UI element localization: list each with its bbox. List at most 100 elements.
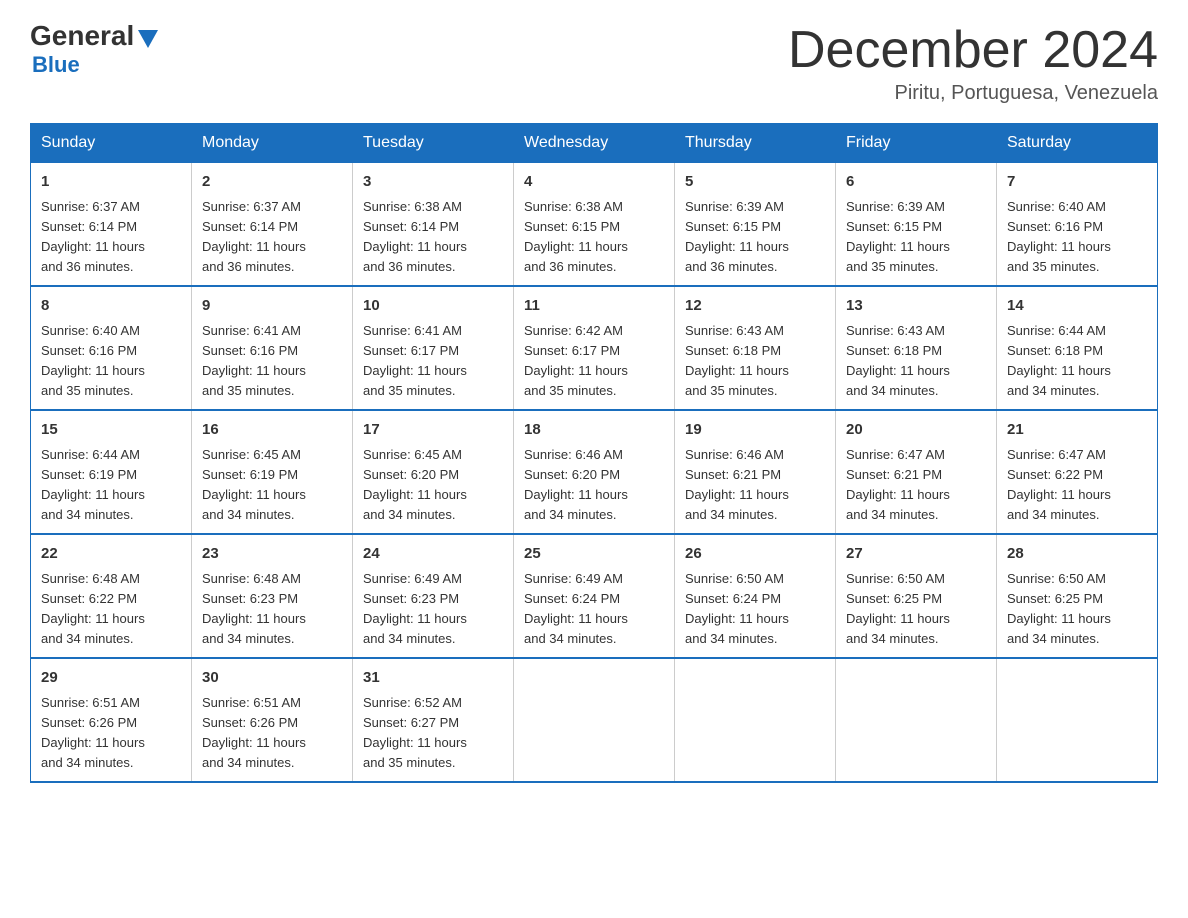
header-saturday: Saturday [997, 124, 1158, 163]
day-info: Sunrise: 6:42 AMSunset: 6:17 PMDaylight:… [524, 321, 664, 402]
calendar-day-cell: 20 Sunrise: 6:47 AMSunset: 6:21 PMDayligh… [836, 410, 997, 534]
calendar-day-cell: 31 Sunrise: 6:52 AMSunset: 6:27 PMDayligh… [353, 658, 514, 782]
day-info: Sunrise: 6:40 AMSunset: 6:16 PMDaylight:… [1007, 197, 1147, 278]
calendar-subtitle: Piritu, Portuguesa, Venezuela [788, 82, 1158, 105]
day-info: Sunrise: 6:39 AMSunset: 6:15 PMDaylight:… [846, 197, 986, 278]
calendar-day-cell: 12 Sunrise: 6:43 AMSunset: 6:18 PMDayligh… [675, 286, 836, 410]
calendar-day-cell [675, 658, 836, 782]
header-sunday: Sunday [31, 124, 192, 163]
day-number: 8 [41, 295, 181, 318]
header-wednesday: Wednesday [514, 124, 675, 163]
calendar-day-cell: 26 Sunrise: 6:50 AMSunset: 6:24 PMDayligh… [675, 534, 836, 658]
calendar-day-cell: 9 Sunrise: 6:41 AMSunset: 6:16 PMDaylight… [192, 286, 353, 410]
weekday-header-row: Sunday Monday Tuesday Wednesday Thursday… [31, 124, 1158, 163]
calendar-day-cell [836, 658, 997, 782]
calendar-day-cell [514, 658, 675, 782]
day-number: 15 [41, 419, 181, 442]
day-info: Sunrise: 6:47 AMSunset: 6:21 PMDaylight:… [846, 445, 986, 526]
day-number: 14 [1007, 295, 1147, 318]
day-info: Sunrise: 6:45 AMSunset: 6:19 PMDaylight:… [202, 445, 342, 526]
day-info: Sunrise: 6:51 AMSunset: 6:26 PMDaylight:… [41, 693, 181, 774]
calendar-day-cell [997, 658, 1158, 782]
title-block: December 2024 Piritu, Portuguesa, Venezu… [788, 20, 1158, 105]
day-number: 19 [685, 419, 825, 442]
day-number: 26 [685, 543, 825, 566]
day-info: Sunrise: 6:47 AMSunset: 6:22 PMDaylight:… [1007, 445, 1147, 526]
logo-triangle-icon [138, 30, 158, 48]
day-info: Sunrise: 6:51 AMSunset: 6:26 PMDaylight:… [202, 693, 342, 774]
day-number: 12 [685, 295, 825, 318]
day-number: 2 [202, 171, 342, 194]
calendar-week-row: 1 Sunrise: 6:37 AMSunset: 6:14 PMDaylight… [31, 163, 1158, 287]
day-number: 31 [363, 667, 503, 690]
header-friday: Friday [836, 124, 997, 163]
day-number: 25 [524, 543, 664, 566]
calendar-week-row: 29Sunrise: 6:51 AMSunset: 6:26 PMDayligh… [31, 658, 1158, 782]
day-info: Sunrise: 6:41 AMSunset: 6:17 PMDaylight:… [363, 321, 503, 402]
calendar-day-cell: 11Sunrise: 6:42 AMSunset: 6:17 PMDayligh… [514, 286, 675, 410]
day-info: Sunrise: 6:44 AMSunset: 6:19 PMDaylight:… [41, 445, 181, 526]
day-info: Sunrise: 6:46 AMSunset: 6:20 PMDaylight:… [524, 445, 664, 526]
calendar-day-cell: 8Sunrise: 6:40 AMSunset: 6:16 PMDaylight… [31, 286, 192, 410]
calendar-day-cell: 13Sunrise: 6:43 AMSunset: 6:18 PMDayligh… [836, 286, 997, 410]
logo-general-text: General [30, 20, 134, 52]
day-number: 28 [1007, 543, 1147, 566]
day-info: Sunrise: 6:52 AMSunset: 6:27 PMDaylight:… [363, 693, 503, 774]
day-info: Sunrise: 6:50 AMSunset: 6:25 PMDaylight:… [1007, 569, 1147, 650]
day-number: 3 [363, 171, 503, 194]
day-info: Sunrise: 6:50 AMSunset: 6:25 PMDaylight:… [846, 569, 986, 650]
calendar-day-cell: 10Sunrise: 6:41 AMSunset: 6:17 PMDayligh… [353, 286, 514, 410]
calendar-title: December 2024 [788, 20, 1158, 80]
calendar-day-cell: 1 Sunrise: 6:37 AMSunset: 6:14 PMDaylight… [31, 163, 192, 287]
header-tuesday: Tuesday [353, 124, 514, 163]
day-info: Sunrise: 6:46 AMSunset: 6:21 PMDaylight:… [685, 445, 825, 526]
day-info: Sunrise: 6:50 AMSunset: 6:24 PMDaylight:… [685, 569, 825, 650]
day-info: Sunrise: 6:43 AMSunset: 6:18 PMDaylight:… [685, 321, 825, 402]
calendar-day-cell: 17 Sunrise: 6:45 AMSunset: 6:20 PMDayligh… [353, 410, 514, 534]
day-info: Sunrise: 6:45 AMSunset: 6:20 PMDaylight:… [363, 445, 503, 526]
header-monday: Monday [192, 124, 353, 163]
calendar-day-cell: 5 Sunrise: 6:39 AMSunset: 6:15 PMDaylight… [675, 163, 836, 287]
calendar-day-cell: 15 Sunrise: 6:44 AMSunset: 6:19 PMDayligh… [31, 410, 192, 534]
day-number: 24 [363, 543, 503, 566]
day-info: Sunrise: 6:49 AMSunset: 6:24 PMDaylight:… [524, 569, 664, 650]
calendar-day-cell: 22 Sunrise: 6:48 AMSunset: 6:22 PMDayligh… [31, 534, 192, 658]
day-info: Sunrise: 6:41 AMSunset: 6:16 PMDaylight:… [202, 321, 342, 402]
calendar-week-row: 15 Sunrise: 6:44 AMSunset: 6:19 PMDayligh… [31, 410, 1158, 534]
day-info: Sunrise: 6:48 AMSunset: 6:22 PMDaylight:… [41, 569, 181, 650]
calendar-day-cell: 30Sunrise: 6:51 AMSunset: 6:26 PMDayligh… [192, 658, 353, 782]
day-info: Sunrise: 6:39 AMSunset: 6:15 PMDaylight:… [685, 197, 825, 278]
day-number: 18 [524, 419, 664, 442]
calendar-day-cell: 4Sunrise: 6:38 AMSunset: 6:15 PMDaylight… [514, 163, 675, 287]
day-info: Sunrise: 6:49 AMSunset: 6:23 PMDaylight:… [363, 569, 503, 650]
day-info: Sunrise: 6:38 AMSunset: 6:15 PMDaylight:… [524, 197, 664, 278]
day-info: Sunrise: 6:37 AMSunset: 6:14 PMDaylight:… [41, 197, 181, 278]
logo-blue-text: Blue [32, 52, 80, 78]
header-thursday: Thursday [675, 124, 836, 163]
calendar-table: Sunday Monday Tuesday Wednesday Thursday… [30, 123, 1158, 783]
day-number: 6 [846, 171, 986, 194]
day-number: 17 [363, 419, 503, 442]
day-number: 27 [846, 543, 986, 566]
calendar-day-cell: 18 Sunrise: 6:46 AMSunset: 6:20 PMDayligh… [514, 410, 675, 534]
calendar-day-cell: 19 Sunrise: 6:46 AMSunset: 6:21 PMDayligh… [675, 410, 836, 534]
calendar-day-cell: 25 Sunrise: 6:49 AMSunset: 6:24 PMDayligh… [514, 534, 675, 658]
day-info: Sunrise: 6:37 AMSunset: 6:14 PMDaylight:… [202, 197, 342, 278]
calendar-day-cell: 23Sunrise: 6:48 AMSunset: 6:23 PMDayligh… [192, 534, 353, 658]
calendar-day-cell: 16Sunrise: 6:45 AMSunset: 6:19 PMDayligh… [192, 410, 353, 534]
calendar-day-cell: 2 Sunrise: 6:37 AMSunset: 6:14 PMDaylight… [192, 163, 353, 287]
day-number: 9 [202, 295, 342, 318]
day-number: 1 [41, 171, 181, 194]
day-number: 20 [846, 419, 986, 442]
day-info: Sunrise: 6:44 AMSunset: 6:18 PMDaylight:… [1007, 321, 1147, 402]
calendar-week-row: 8Sunrise: 6:40 AMSunset: 6:16 PMDaylight… [31, 286, 1158, 410]
day-number: 22 [41, 543, 181, 566]
day-number: 7 [1007, 171, 1147, 194]
day-number: 21 [1007, 419, 1147, 442]
day-info: Sunrise: 6:38 AMSunset: 6:14 PMDaylight:… [363, 197, 503, 278]
calendar-day-cell: 6 Sunrise: 6:39 AMSunset: 6:15 PMDaylight… [836, 163, 997, 287]
day-number: 5 [685, 171, 825, 194]
day-number: 23 [202, 543, 342, 566]
calendar-day-cell: 27 Sunrise: 6:50 AMSunset: 6:25 PMDayligh… [836, 534, 997, 658]
calendar-day-cell: 28 Sunrise: 6:50 AMSunset: 6:25 PMDayligh… [997, 534, 1158, 658]
